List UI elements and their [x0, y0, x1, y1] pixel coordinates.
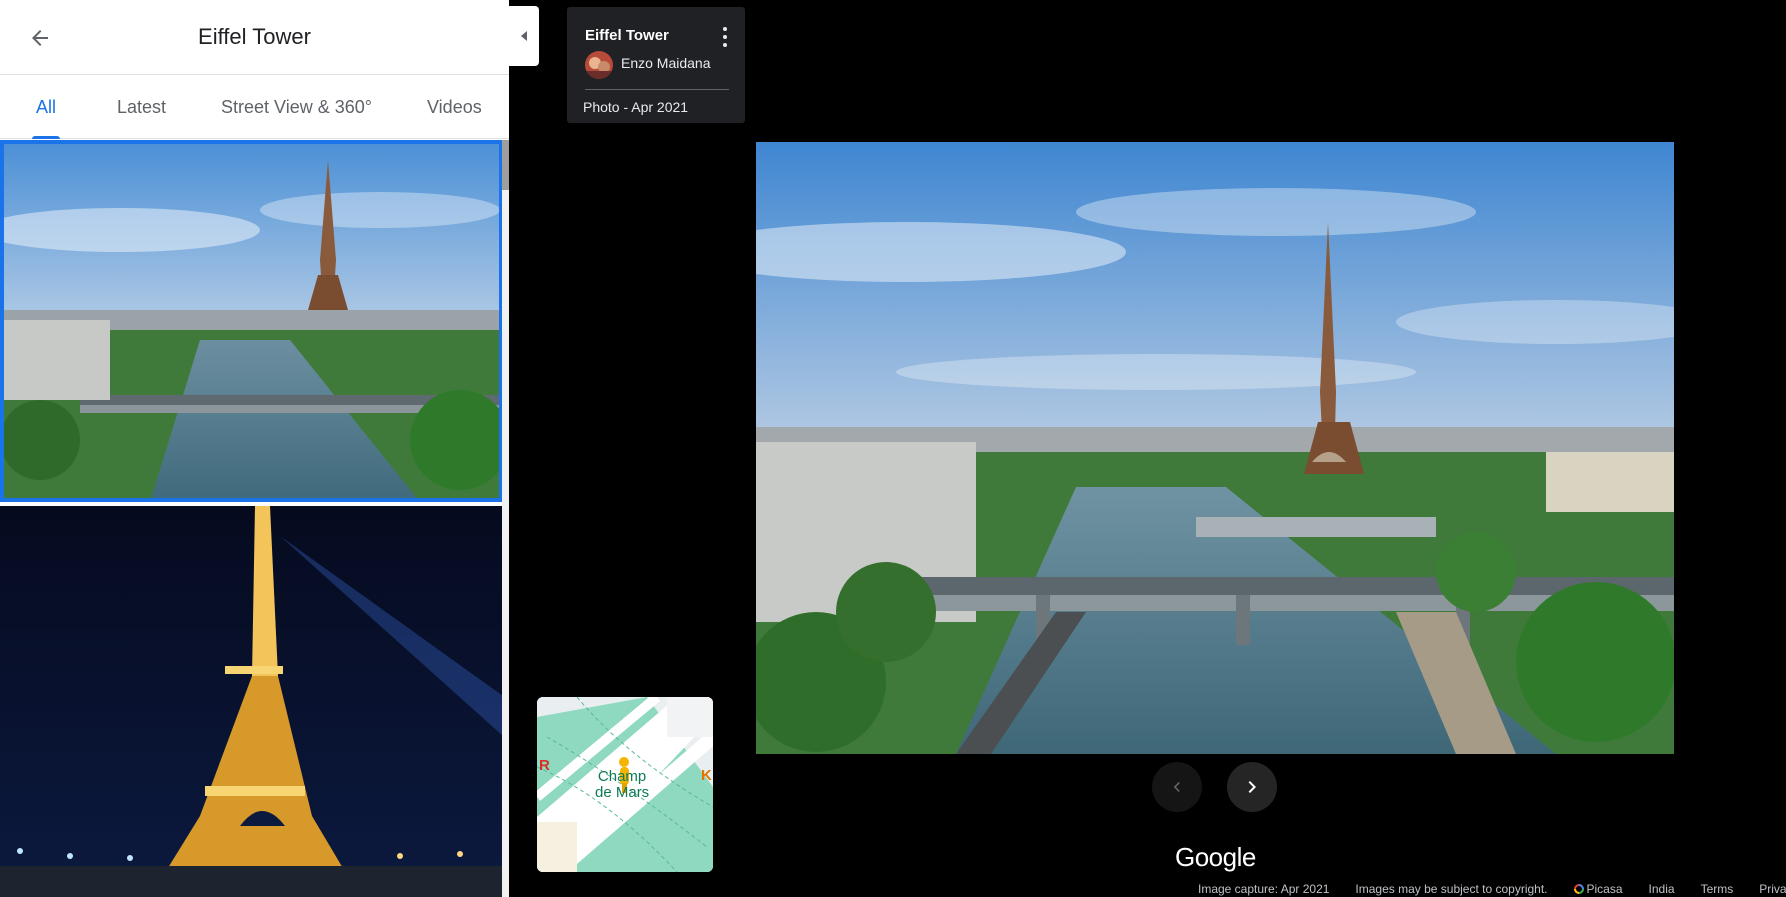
- next-photo-button[interactable]: [1227, 762, 1277, 812]
- photo-side-panel: Eiffel Tower All Latest Street View & 36…: [0, 0, 509, 897]
- map-edge-label: R: [539, 757, 550, 774]
- mini-map[interactable]: Champ de Mars R K: [537, 697, 713, 872]
- divider: [585, 89, 729, 90]
- eiffel-night-thumbnail-image: [0, 506, 503, 897]
- eiffel-day-main-image: [756, 142, 1674, 754]
- eiffel-day-thumbnail-image: [0, 140, 503, 502]
- previous-photo-button[interactable]: [1152, 762, 1202, 812]
- photo-thumbnail[interactable]: [0, 506, 503, 897]
- more-vert-icon: [723, 27, 727, 31]
- page-title: Eiffel Tower: [198, 24, 311, 49]
- tab-street-view[interactable]: Street View & 360°: [221, 75, 372, 139]
- copyright-notice: Images may be subject to copyright.: [1355, 882, 1548, 896]
- arrow-back-icon: [32, 30, 48, 46]
- back-button[interactable]: [22, 22, 58, 54]
- place-title[interactable]: Eiffel Tower: [585, 27, 669, 44]
- panel-header: Eiffel Tower: [0, 0, 509, 75]
- chevron-left-icon: [1173, 782, 1180, 792]
- privacy-link[interactable]: Privacy: [1759, 882, 1786, 896]
- tab-all[interactable]: All: [31, 75, 61, 139]
- terms-link[interactable]: Terms: [1701, 882, 1734, 896]
- footer-bar: Image capture: Apr 2021 Images may be su…: [1198, 882, 1786, 896]
- tab-videos[interactable]: Videos: [427, 75, 482, 139]
- picasa-link[interactable]: Picasa: [1573, 882, 1623, 896]
- thumbnail-scrollbar[interactable]: [502, 140, 509, 897]
- chevron-right-icon: [1248, 781, 1256, 793]
- caret-left-icon: [521, 31, 527, 41]
- photo-tabs: All Latest Street View & 360° Videos: [0, 75, 509, 139]
- main-photo[interactable]: [756, 142, 1674, 754]
- map-edge-label: K: [701, 767, 712, 784]
- photo-info-card: Eiffel Tower Enzo Maidana Photo - Apr 20…: [567, 7, 745, 123]
- photo-date: Photo - Apr 2021: [583, 99, 689, 115]
- google-logo: Google: [1175, 842, 1256, 872]
- collapse-panel-button[interactable]: [509, 6, 539, 66]
- scrollbar-thumb[interactable]: [502, 140, 509, 190]
- author-avatar[interactable]: [585, 51, 613, 79]
- photo-thumbnail-list: [0, 140, 503, 897]
- photo-thumbnail[interactable]: [0, 140, 503, 502]
- author-name[interactable]: Enzo Maidana: [621, 55, 711, 71]
- map-label: Champ de Mars: [595, 768, 650, 801]
- more-options-button[interactable]: [717, 25, 733, 49]
- tab-latest[interactable]: Latest: [117, 75, 166, 139]
- country-link[interactable]: India: [1649, 882, 1675, 896]
- image-capture-date: Image capture: Apr 2021: [1198, 882, 1330, 896]
- picasa-icon: [1573, 884, 1584, 894]
- avatar-image: [585, 51, 613, 79]
